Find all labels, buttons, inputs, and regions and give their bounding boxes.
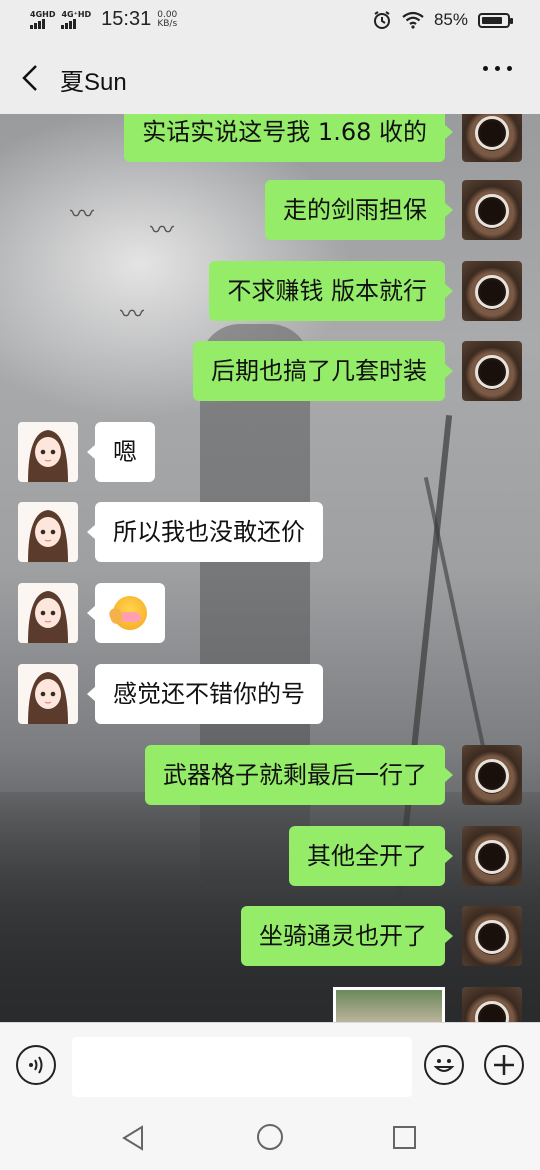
battery-fill xyxy=(482,16,503,24)
status-time: 15:31 xyxy=(101,8,152,30)
more-dot xyxy=(507,66,512,71)
system-nav-bar xyxy=(0,1106,540,1170)
more-dot xyxy=(495,66,500,71)
signal-bars-icon xyxy=(30,19,45,29)
message-bubble[interactable]: 武器格子就剩最后一行了 xyxy=(145,745,453,805)
square-recent-icon[interactable] xyxy=(393,1126,416,1149)
signal-bars-icon xyxy=(61,19,77,29)
more-button[interactable] xyxy=(483,66,512,71)
battery-percent: 85% xyxy=(433,10,468,29)
message-bubble[interactable]: 感觉还不错你的号 xyxy=(87,664,323,724)
battery-icon xyxy=(478,12,513,28)
network-speed: 0.00 KB/s xyxy=(157,10,178,29)
emoji-icon xyxy=(433,1059,455,1072)
message-row: 不求赚钱 版本就行 xyxy=(0,261,540,323)
message-row: 坐骑通灵也开了 xyxy=(0,906,540,968)
signal-1: 4GHD xyxy=(30,10,55,29)
message-row: 走的剑雨担保 xyxy=(0,180,540,242)
message-input[interactable] xyxy=(72,1037,412,1097)
contact-avatar[interactable] xyxy=(18,583,78,643)
wifi-icon xyxy=(402,11,424,29)
my-avatar[interactable] xyxy=(462,906,522,966)
circle-home-icon[interactable] xyxy=(257,1124,283,1150)
contact-avatar[interactable] xyxy=(18,502,78,562)
status-bar: 4GHD 4G⁺HD 15:31 0.00 KB/s 85% xyxy=(0,0,540,42)
message-row: 后期也搞了几套时装 xyxy=(0,341,540,403)
message-row: 感觉还不错你的号 xyxy=(0,664,540,726)
plus-icon xyxy=(494,1055,514,1075)
my-avatar[interactable] xyxy=(462,261,522,321)
my-avatar[interactable] xyxy=(462,987,522,1022)
emoji-button[interactable] xyxy=(424,1045,464,1085)
network-label-2: 4G⁺HD xyxy=(61,10,92,19)
message-row: 其他全开了 xyxy=(0,826,540,888)
contact-avatar[interactable] xyxy=(18,422,78,482)
my-avatar[interactable] xyxy=(462,745,522,805)
chat-area[interactable]: 〰 〰 〰 实话实说这号我 1.68 收的 走的剑雨担保 不求赚钱 版本就行 后… xyxy=(0,114,540,1022)
signal-2: 4G⁺HD xyxy=(61,10,91,29)
message-row xyxy=(0,987,540,1022)
message-bubble[interactable]: 嗯 xyxy=(87,422,155,482)
triangle-back-icon[interactable] xyxy=(120,1124,146,1152)
contact-avatar[interactable] xyxy=(18,664,78,724)
chat-title: 夏Sun xyxy=(60,69,127,96)
message-bubble[interactable]: 后期也搞了几套时装 xyxy=(193,341,453,401)
more-functions-button[interactable] xyxy=(484,1045,524,1085)
message-row xyxy=(0,583,540,645)
my-avatar[interactable] xyxy=(462,826,522,886)
facepalm-emoji-icon xyxy=(113,596,147,630)
message-bubble[interactable]: 坐骑通灵也开了 xyxy=(241,906,453,966)
network-label-1: 4GHD xyxy=(30,10,56,19)
message-bubble[interactable]: 其他全开了 xyxy=(289,826,453,886)
voice-icon xyxy=(29,1056,43,1074)
message-row: 所以我也没敢还价 xyxy=(0,502,540,564)
message-bubble[interactable]: 实话实说这号我 1.68 收的 xyxy=(124,114,453,162)
input-bar xyxy=(0,1022,540,1106)
more-dot xyxy=(483,66,488,71)
back-button[interactable] xyxy=(16,62,46,94)
my-avatar[interactable] xyxy=(462,114,522,162)
my-avatar[interactable] xyxy=(462,180,522,240)
alarm-icon xyxy=(373,11,390,29)
message-row: 实话实说这号我 1.68 收的 xyxy=(0,114,540,164)
voice-button[interactable] xyxy=(16,1045,56,1085)
chat-header: 夏Sun xyxy=(0,42,540,114)
message-bubble[interactable]: 走的剑雨担保 xyxy=(265,180,453,240)
image-message-thumbnail[interactable] xyxy=(333,987,445,1022)
emoji-bubble[interactable] xyxy=(87,583,165,643)
message-bubble[interactable]: 不求赚钱 版本就行 xyxy=(209,261,453,321)
my-avatar[interactable] xyxy=(462,341,522,401)
message-row: 嗯 xyxy=(0,422,540,484)
message-bubble[interactable]: 所以我也没敢还价 xyxy=(87,502,323,562)
speed-unit: KB/s xyxy=(157,18,178,29)
message-row: 武器格子就剩最后一行了 xyxy=(0,745,540,807)
